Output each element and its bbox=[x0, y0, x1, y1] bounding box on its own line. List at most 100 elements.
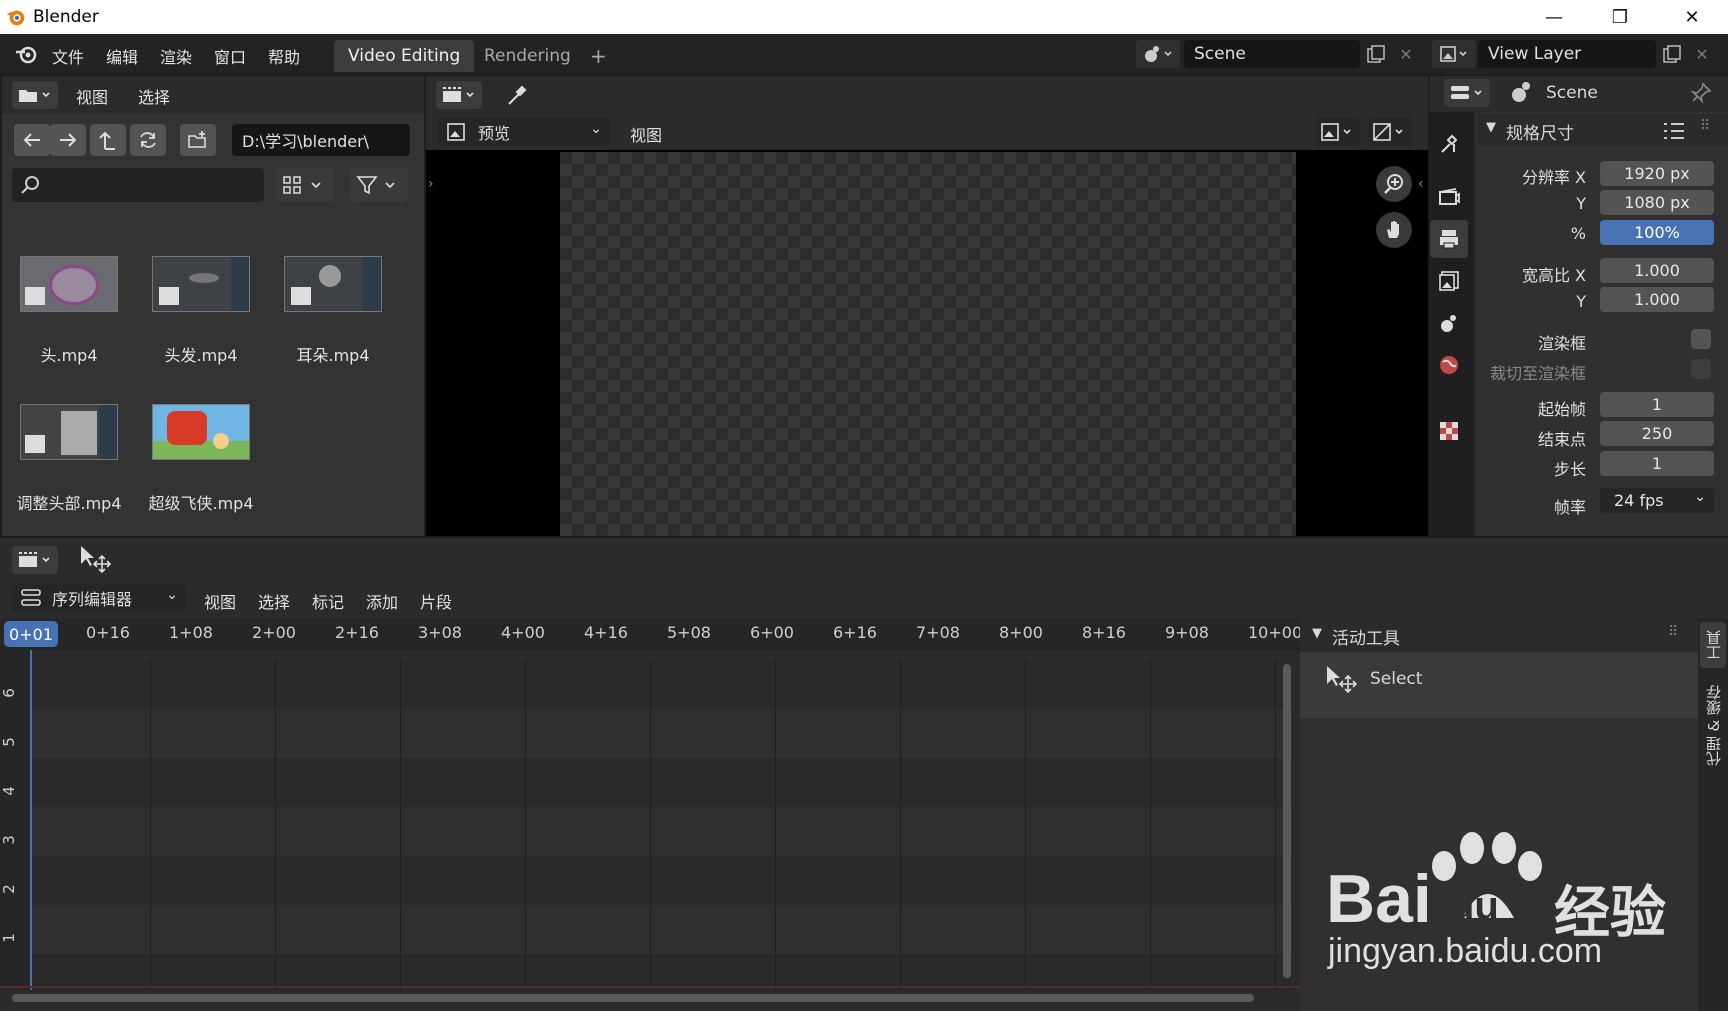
seq-menu-view[interactable]: 视图 bbox=[204, 589, 236, 613]
new-folder-button[interactable] bbox=[180, 124, 216, 156]
seq-menu-select[interactable]: 选择 bbox=[258, 589, 290, 613]
blender-menu-icon[interactable] bbox=[14, 43, 38, 65]
drag-handle-icon[interactable]: ⠿ bbox=[1700, 118, 1710, 134]
tab-rendering[interactable]: Rendering bbox=[470, 40, 585, 72]
resolution-x-field[interactable]: 1920 px bbox=[1600, 161, 1714, 186]
resolution-y-field[interactable]: 1080 px bbox=[1600, 190, 1714, 215]
resolution-percent-field[interactable]: 100% bbox=[1600, 220, 1714, 245]
sidebar-tab-proxy[interactable]: 代理 & 缓存 bbox=[1700, 676, 1726, 776]
aspect-x-field[interactable]: 1.000 bbox=[1600, 258, 1714, 283]
seq-menu-strip[interactable]: 片段 bbox=[420, 589, 452, 613]
delete-scene-icon[interactable]: ✕ bbox=[1394, 40, 1418, 68]
current-frame-indicator[interactable]: 0+01 bbox=[4, 621, 58, 647]
scene-selector-button[interactable] bbox=[1136, 40, 1180, 68]
active-tool-header[interactable]: ▼ 活动工具 ⠿ bbox=[1300, 618, 1698, 652]
active-tool-row[interactable]: Select bbox=[1300, 652, 1698, 718]
new-scene-icon[interactable] bbox=[1362, 40, 1390, 68]
crop-to-region-checkbox[interactable] bbox=[1691, 359, 1711, 379]
sequencer-mode-dropdown[interactable]: 序列编辑器 ⌄ bbox=[12, 584, 186, 612]
back-button[interactable] bbox=[14, 124, 50, 156]
restore-button[interactable]: ❐ bbox=[1590, 0, 1650, 34]
file-label-adjust-head[interactable]: 调整头部.mp4 bbox=[3, 490, 135, 514]
file-label-hair[interactable]: 头发.mp4 bbox=[135, 342, 267, 366]
file-thumbnail-super-wings[interactable] bbox=[152, 404, 250, 460]
menu-render[interactable]: 渲染 bbox=[160, 44, 192, 68]
file-thumbnail-hair[interactable] bbox=[152, 256, 250, 312]
channel-row-3[interactable] bbox=[30, 807, 1292, 856]
file-menu-select[interactable]: 选择 bbox=[138, 84, 170, 108]
preview-menu-view[interactable]: 视图 bbox=[630, 122, 662, 146]
frame-step-field[interactable]: 1 bbox=[1600, 451, 1714, 476]
vertical-scrollbar[interactable] bbox=[1283, 664, 1291, 978]
expand-sidebar-icon[interactable]: ‹ bbox=[1418, 176, 1424, 192]
menu-help[interactable]: 帮助 bbox=[268, 44, 300, 68]
minimize-button[interactable]: — bbox=[1524, 0, 1584, 34]
presets-list-icon[interactable] bbox=[1662, 121, 1686, 141]
close-button[interactable]: ✕ bbox=[1662, 0, 1722, 34]
sample-color-icon[interactable] bbox=[500, 81, 534, 109]
view-layer-selector-button[interactable] bbox=[1432, 40, 1476, 68]
editor-type-button[interactable] bbox=[12, 81, 58, 109]
expand-toolbar-icon[interactable]: › bbox=[428, 176, 434, 192]
channel-row-2[interactable] bbox=[30, 856, 1292, 905]
menu-window[interactable]: 窗口 bbox=[214, 44, 246, 68]
channel-row-5[interactable] bbox=[30, 709, 1292, 758]
horizontal-scrollbar[interactable] bbox=[12, 994, 1254, 1002]
directory-path-field[interactable]: D:\学习\blender\ bbox=[232, 124, 410, 156]
output-tab-icon[interactable] bbox=[1430, 220, 1468, 258]
select-tool-icon[interactable] bbox=[78, 544, 112, 574]
playhead-line[interactable] bbox=[30, 650, 32, 990]
refresh-button[interactable] bbox=[130, 124, 166, 156]
file-label-super-wings[interactable]: 超级飞侠.mp4 bbox=[135, 490, 267, 514]
pan-hand-icon[interactable] bbox=[1376, 212, 1412, 248]
world-tab-icon[interactable] bbox=[1430, 346, 1468, 384]
tab-video-editing[interactable]: Video Editing bbox=[334, 40, 475, 72]
seq-menu-add[interactable]: 添加 bbox=[366, 589, 398, 613]
sidebar-tab-tool[interactable]: 工具 bbox=[1700, 622, 1726, 668]
view-layer-name-field[interactable]: View Layer bbox=[1478, 40, 1656, 68]
menu-file[interactable]: 文件 bbox=[52, 44, 84, 68]
seq-menu-marker[interactable]: 标记 bbox=[312, 589, 344, 613]
pin-icon[interactable] bbox=[1690, 82, 1712, 104]
tool-tab-icon[interactable] bbox=[1430, 124, 1468, 162]
filter-button[interactable] bbox=[350, 168, 408, 202]
aspect-y-field[interactable]: 1.000 bbox=[1600, 287, 1714, 312]
display-mode-button[interactable] bbox=[276, 168, 334, 202]
file-thumbnail-adjust-head[interactable] bbox=[20, 404, 118, 460]
sequencer-editor-type-button[interactable] bbox=[12, 546, 58, 574]
view-layer-tab-icon[interactable] bbox=[1430, 262, 1468, 300]
display-mode-dropdown[interactable]: 预览 ⌄ bbox=[438, 118, 610, 146]
channel-row-6[interactable] bbox=[30, 660, 1292, 709]
file-thumbnail-ear[interactable] bbox=[284, 256, 382, 312]
render-tab-icon[interactable] bbox=[1430, 178, 1468, 216]
frame-end-field[interactable]: 250 bbox=[1600, 421, 1714, 446]
zoom-in-icon[interactable] bbox=[1376, 166, 1412, 202]
parent-directory-button[interactable] bbox=[90, 124, 126, 156]
frame-rate-dropdown[interactable]: 24 fps ⌄ bbox=[1600, 488, 1714, 513]
forward-button[interactable] bbox=[50, 124, 86, 156]
channel-row-4[interactable] bbox=[30, 758, 1292, 807]
channel-row-0[interactable] bbox=[30, 954, 1292, 990]
dimensions-section-header[interactable]: ▼ 规格尺寸 ⠿ bbox=[1478, 114, 1728, 146]
channel-display-button[interactable] bbox=[1316, 118, 1360, 146]
scene-name-field[interactable]: Scene bbox=[1184, 40, 1360, 68]
delete-view-layer-icon[interactable]: ✕ bbox=[1690, 40, 1714, 68]
file-menu-view[interactable]: 视图 bbox=[76, 84, 108, 108]
add-workspace-button[interactable]: + bbox=[576, 40, 621, 72]
file-label-ear[interactable]: 耳朵.mp4 bbox=[267, 342, 399, 366]
file-search-input[interactable] bbox=[12, 168, 264, 202]
properties-editor-type-button[interactable] bbox=[1444, 79, 1490, 107]
channel-row-1[interactable] bbox=[30, 905, 1292, 954]
overlay-button[interactable] bbox=[1368, 118, 1412, 146]
file-thumbnail-head[interactable] bbox=[20, 256, 118, 312]
file-label-head[interactable]: 头.mp4 bbox=[3, 342, 135, 366]
preview-canvas[interactable] bbox=[560, 152, 1296, 536]
menu-edit[interactable]: 编辑 bbox=[106, 44, 138, 68]
render-region-checkbox[interactable] bbox=[1691, 329, 1711, 349]
scene-tab-icon[interactable] bbox=[1430, 304, 1468, 342]
drag-handle-icon[interactable]: ⠿ bbox=[1668, 624, 1678, 640]
frame-start-field[interactable]: 1 bbox=[1600, 392, 1714, 417]
texture-tab-icon[interactable] bbox=[1430, 412, 1468, 450]
new-view-layer-icon[interactable] bbox=[1658, 40, 1686, 68]
preview-editor-type-button[interactable] bbox=[436, 81, 482, 109]
